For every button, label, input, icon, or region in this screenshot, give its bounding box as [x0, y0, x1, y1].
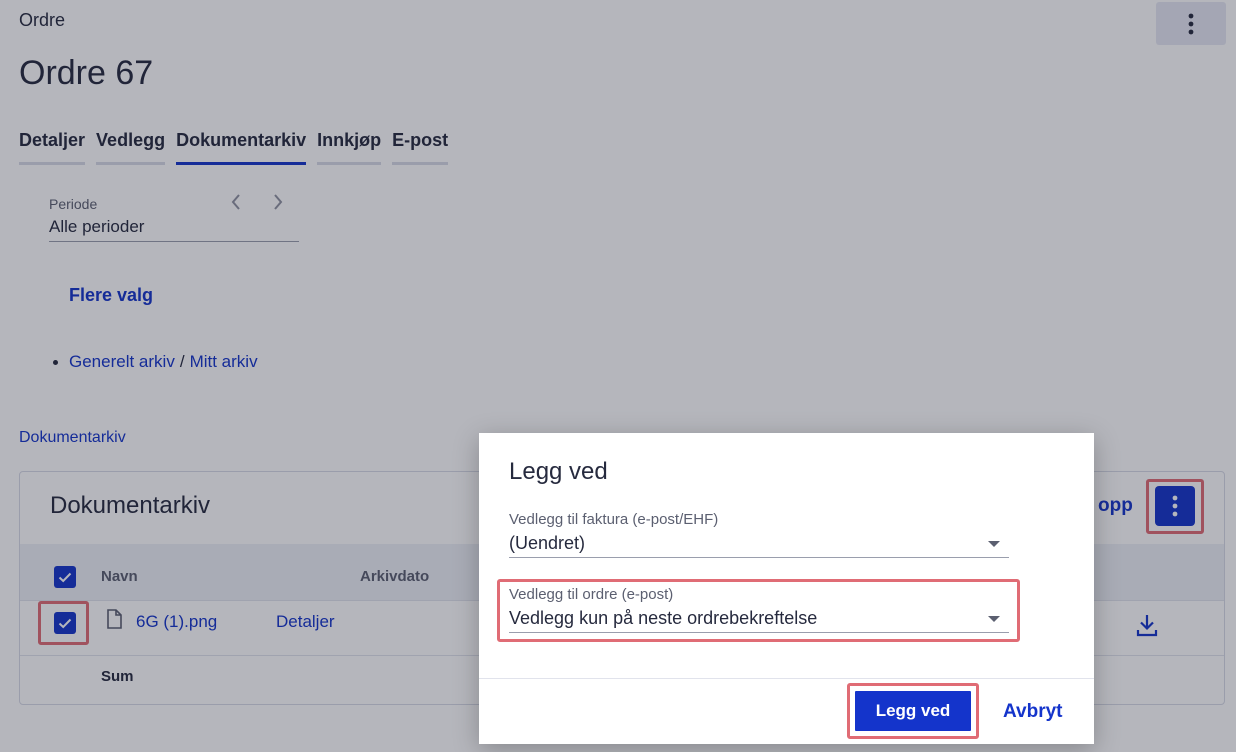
- attach-dialog: Legg ved Vedlegg til faktura (e-post/EHF…: [479, 433, 1094, 744]
- invoice-attachment-label: Vedlegg til faktura (e-post/EHF): [509, 511, 719, 528]
- invoice-attachment-select[interactable]: (Uendret): [509, 533, 585, 554]
- order-attachment-select[interactable]: Vedlegg kun på neste ordrebekreftelse: [509, 608, 817, 629]
- attach-confirm-button[interactable]: Legg ved: [853, 689, 973, 733]
- cancel-button[interactable]: Avbryt: [1003, 701, 1062, 723]
- dialog-title: Legg ved: [509, 458, 608, 485]
- caret-down-icon[interactable]: [988, 616, 1000, 622]
- caret-down-icon[interactable]: [988, 541, 1000, 547]
- field-underline: [509, 557, 1009, 558]
- order-attachment-label: Vedlegg til ordre (e-post): [509, 586, 674, 603]
- dialog-footer-divider: [479, 678, 1094, 679]
- field-underline: [509, 632, 1009, 633]
